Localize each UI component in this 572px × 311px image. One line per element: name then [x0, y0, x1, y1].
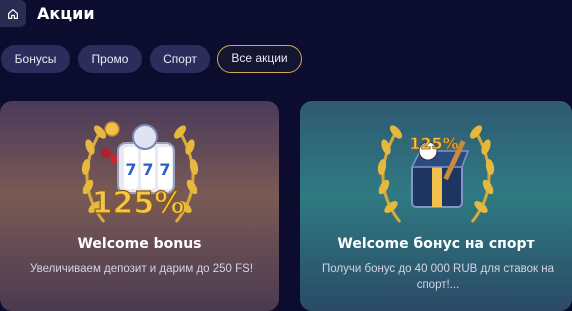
- tab-promo[interactable]: Промо: [78, 45, 142, 73]
- tab-all-promotions[interactable]: Все акции: [217, 45, 302, 73]
- bonus-badge-text: 125%: [409, 134, 458, 153]
- promo-card-welcome-bonus[interactable]: 7 7 7 125% Welcome bonus Увеличиваем деп…: [0, 101, 279, 311]
- promo-card-sport-bonus[interactable]: 125% Welcome бонус на спорт Получи бонус…: [300, 101, 572, 311]
- card-description: Получи бонус до 40 000 RUB для ставок на…: [322, 263, 554, 291]
- card-description: Увеличиваем депозит и дарим до 250 FS!: [29, 263, 254, 275]
- svg-text:7: 7: [125, 160, 136, 179]
- bonus-badge-text: 125%: [92, 186, 185, 221]
- card-title: Welcome бонус на спорт: [337, 236, 535, 252]
- page-title: Акции: [37, 4, 95, 23]
- sport-bonus-illustration: 125%: [377, 125, 495, 223]
- home-button[interactable]: [0, 0, 26, 27]
- tab-sport[interactable]: Спорт: [150, 45, 210, 73]
- home-icon: [8, 8, 18, 19]
- svg-text:7: 7: [159, 160, 170, 179]
- tab-bonuses[interactable]: Бонусы: [1, 45, 70, 73]
- card-title: Welcome bonus: [77, 236, 202, 252]
- casino-bonus-illustration: 7 7 7 125%: [81, 121, 199, 223]
- svg-text:7: 7: [142, 160, 153, 179]
